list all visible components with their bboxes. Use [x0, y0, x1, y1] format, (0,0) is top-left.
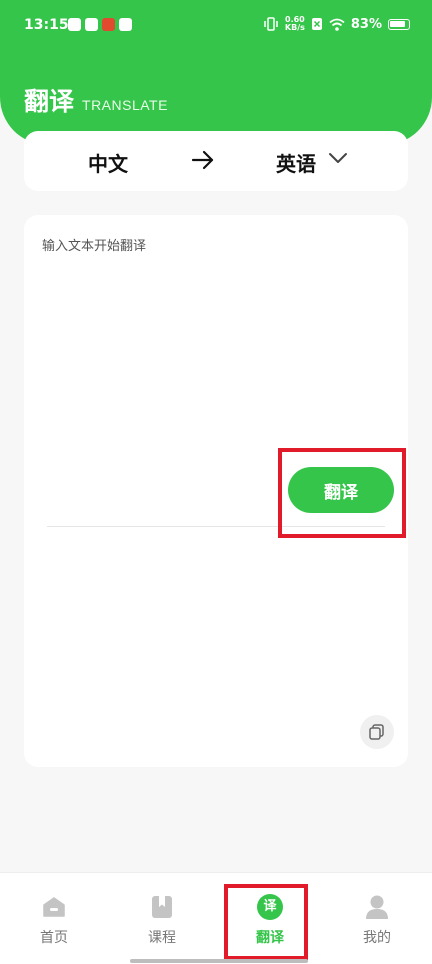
- book-icon: [152, 896, 172, 918]
- home-icon: [43, 897, 65, 917]
- translation-input[interactable]: [42, 235, 392, 455]
- header-banner: 13:15 0.60 KB/s 83% 翻译 TRANSLATE: [0, 0, 432, 145]
- status-indicators: 0.60 KB/s 83%: [263, 16, 410, 32]
- vibrate-icon: [264, 17, 278, 31]
- page-subtitle: TRANSLATE: [82, 97, 168, 113]
- app-badge-icon: [102, 18, 115, 31]
- translate-button-highlight: [278, 448, 406, 538]
- message-notification-icon: [68, 18, 81, 31]
- source-language[interactable]: 中文: [88, 148, 128, 177]
- translate-tab-highlight: [224, 884, 308, 960]
- tab-home[interactable]: 首页: [14, 893, 94, 947]
- page-title-row: 翻译 TRANSLATE: [24, 82, 168, 118]
- battery-icon: [388, 18, 410, 30]
- tab-mine[interactable]: 我的: [337, 893, 417, 947]
- tab-mine-label: 我的: [363, 930, 391, 946]
- battery-percentage: 83%: [350, 16, 382, 32]
- copy-icon: [369, 724, 384, 740]
- tab-home-label: 首页: [40, 930, 68, 946]
- target-language[interactable]: 英语: [276, 148, 316, 177]
- status-time: 13:15: [24, 17, 69, 33]
- profile-icon: [366, 895, 388, 919]
- copy-button[interactable]: [360, 715, 394, 749]
- app-notification-icon: [85, 18, 98, 31]
- tab-course-label: 课程: [148, 930, 176, 946]
- wifi-icon: [329, 18, 345, 31]
- arrow-right-icon: [191, 150, 214, 170]
- notification-icons: [68, 18, 132, 31]
- network-speed: 0.60 KB/s: [285, 16, 305, 32]
- mail-notification-icon: [119, 18, 132, 31]
- bottom-tab-bar: 首页 课程 译 翻译 我的: [0, 872, 432, 964]
- no-sim-icon: [311, 18, 322, 30]
- status-bar: 13:15 0.60 KB/s 83%: [0, 0, 432, 52]
- language-selector: 中文 英语: [24, 131, 408, 191]
- home-indicator[interactable]: [130, 959, 308, 963]
- tab-course[interactable]: 课程: [122, 893, 202, 947]
- network-speed-unit: KB/s: [284, 23, 305, 32]
- page-title: 翻译: [24, 87, 75, 116]
- chevron-down-icon[interactable]: [328, 151, 348, 165]
